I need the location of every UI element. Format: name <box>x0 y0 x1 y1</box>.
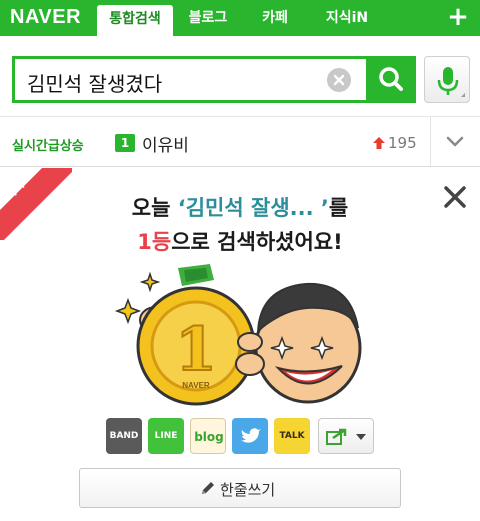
pencil-icon <box>202 482 214 494</box>
trending-label: 실시간급상승 <box>12 139 84 154</box>
up-arrow-icon <box>373 137 385 149</box>
tab-cafe[interactable]: 카페 <box>246 0 304 36</box>
tab-integrated-search[interactable]: 통합검색 <box>97 5 173 40</box>
share-kakaotalk-button[interactable]: TALK <box>274 418 310 454</box>
message-line-1: 오늘 ‘김민석 잘생... ’를 <box>0 192 480 222</box>
chevron-down-icon[interactable] <box>446 135 464 149</box>
clear-icon[interactable] <box>327 68 351 92</box>
tab-blog[interactable]: 블로그 <box>176 0 240 36</box>
share-blog-button[interactable]: blog <box>190 418 226 454</box>
search-area: 김민석 잘생겼다 <box>0 36 480 116</box>
searched-keyword: ‘김민석 잘생... ’ <box>177 196 329 220</box>
write-comment-button[interactable]: 한줄쓰기 <box>79 468 401 508</box>
trending-keyword[interactable]: 이유비 <box>142 131 189 156</box>
microphone-icon <box>437 67 465 97</box>
search-button[interactable] <box>366 56 416 103</box>
twitter-bird-icon <box>241 428 261 443</box>
top-navigation-bar: NAVER 통합검색 블로그 카페 지식iN + <box>0 0 480 40</box>
search-input[interactable]: 김민석 잘생겼다 <box>27 68 162 97</box>
share-band-button[interactable]: BAND <box>106 418 142 454</box>
naver-logo[interactable]: NAVER <box>10 6 81 29</box>
message-suffix: 를 <box>328 196 349 220</box>
divider <box>430 117 431 167</box>
rank-badge: 1 <box>115 134 135 152</box>
band-label: BAND <box>109 431 139 441</box>
blog-label: blog <box>194 430 224 444</box>
write-comment-label: 한줄쓰기 <box>220 481 276 499</box>
message-prefix: 오늘 <box>131 196 178 220</box>
message-line-2: 1등으로 검색하셨어요! <box>0 226 480 256</box>
gold-medal-illustration: 1 NAVER <box>114 264 362 406</box>
medal-brand: NAVER <box>182 381 210 390</box>
search-box: 김민석 잘생겼다 <box>12 56 416 103</box>
line-label: LINE <box>154 431 178 441</box>
search-icon <box>379 67 403 91</box>
share-line-button[interactable]: LINE <box>148 418 184 454</box>
message-line-2-suffix: 으로 검색하셨어요! <box>171 230 343 254</box>
add-button[interactable]: + <box>444 4 472 32</box>
medal-number: 1 <box>175 315 217 385</box>
share-arrow-icon <box>326 428 347 445</box>
caret-down-icon <box>356 434 366 440</box>
realtime-trending-bar: 실시간급상승 1 이유비 195 <box>0 116 480 167</box>
kakaotalk-label: TALK <box>279 431 305 441</box>
rank-text: 1등 <box>137 230 172 254</box>
voice-search-button[interactable] <box>424 56 470 103</box>
celebration-panel: 축하 오늘 ‘김민석 잘생... ’를 1등으로 검색하셨어요! 1 NAVER <box>0 168 480 521</box>
tab-knowledge-in[interactable]: 지식iN <box>310 0 384 36</box>
share-more-button[interactable] <box>318 418 374 454</box>
trending-count: 195 <box>388 134 417 152</box>
share-twitter-button[interactable]: twitter <box>232 418 268 454</box>
